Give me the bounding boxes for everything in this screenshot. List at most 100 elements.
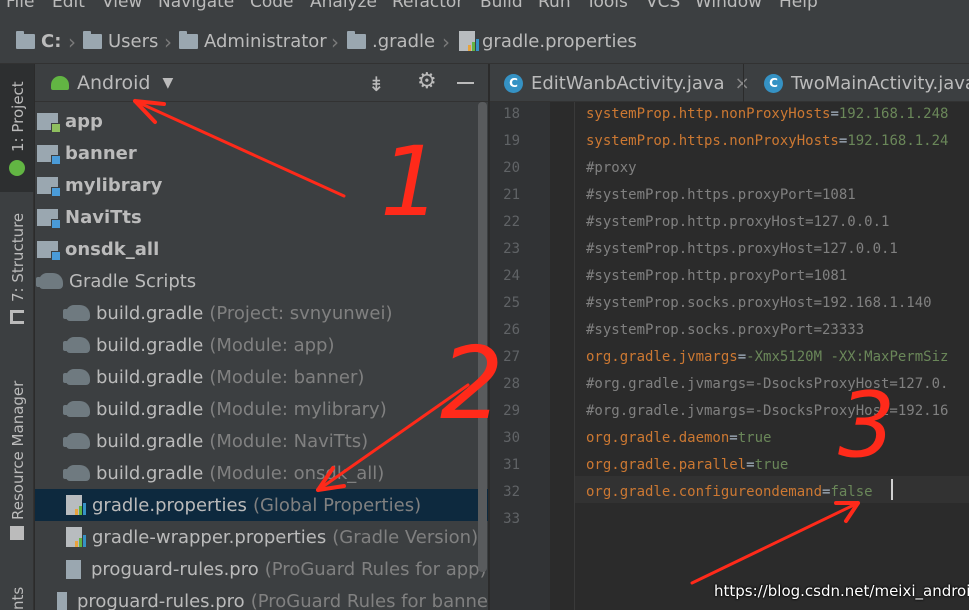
tab-divider xyxy=(743,64,744,102)
tree-item-gradle-wrapper-properties[interactable]: gradle-wrapper.properties (Gradle Versio… xyxy=(35,521,488,553)
menu-file[interactable]: File xyxy=(6,0,34,12)
code-line[interactable]: #systemProp.https.proxyHost=127.0.0.1 xyxy=(586,241,898,257)
view-selector[interactable]: Android ▼ xyxy=(51,64,173,102)
tree-item-label: build.gradle xyxy=(96,430,204,452)
tree-item-gradle-properties[interactable]: gradle.properties (Global Properties) xyxy=(35,489,488,521)
code-equals: = xyxy=(746,457,755,473)
menu-tools[interactable]: Tools xyxy=(586,0,628,12)
code-key: #systemProp.http.proxyHost=127.0.0.1 xyxy=(586,214,890,230)
tab-project[interactable]: 1: Project xyxy=(0,64,34,192)
menu-window[interactable]: Window xyxy=(695,0,762,12)
menu-view[interactable]: View xyxy=(102,0,142,12)
gear-icon[interactable]: ⚙ xyxy=(417,69,437,94)
code-key: systemProp.https.nonProxyHosts xyxy=(586,133,839,149)
tree-item-build-gradle-banner[interactable]: build.gradle (Module: banner) xyxy=(35,361,488,393)
tree-item-proguard-app[interactable]: proguard-rules.pro (ProGuard Rules for a… xyxy=(35,553,488,585)
menu-code[interactable]: Code xyxy=(250,0,294,12)
code-line[interactable]: systemProp.https.nonProxyHosts=192.168.1… xyxy=(586,133,948,149)
code-line[interactable]: org.gradle.daemon=true xyxy=(586,430,771,446)
code-line[interactable]: #proxy xyxy=(586,160,637,176)
code-key: org.gradle.parallel xyxy=(586,457,747,473)
tree-item-app[interactable]: app xyxy=(35,105,488,137)
tree-scrollbar[interactable] xyxy=(478,102,487,572)
tab-resource-manager[interactable]: Resource Manager xyxy=(0,370,34,545)
gutter-divider xyxy=(574,102,575,610)
editor-tab-bar: C EditWanbActivity.java × C TwoMainActiv… xyxy=(490,64,969,102)
breadcrumb-drive[interactable]: C: xyxy=(16,28,61,54)
menu-help[interactable]: Help xyxy=(779,0,818,12)
tree-item-label: build.gradle xyxy=(96,398,204,420)
tree-item-build-gradle-navitts[interactable]: build.gradle (Module: NaviTts) xyxy=(35,425,488,457)
line-number: 27 xyxy=(503,349,520,365)
code-line[interactable]: #systemProp.socks.proxyPort=23333 xyxy=(586,322,864,338)
tree-item-label: Gradle Scripts xyxy=(69,270,197,292)
code-line[interactable]: org.gradle.jvmargs=-Xmx5120M -XX:MaxPerm… xyxy=(586,349,948,365)
code-line[interactable]: org.gradle.configureondemand=false xyxy=(586,484,873,500)
code-equals: = xyxy=(830,106,839,122)
menu-refactor[interactable]: Refactor xyxy=(392,0,463,12)
menu-navigate[interactable]: Navigate xyxy=(158,0,234,12)
breadcrumb-gradle[interactable]: .gradle xyxy=(347,28,435,54)
tree-item-banner[interactable]: banner xyxy=(35,137,488,169)
code-line[interactable]: #systemProp.http.proxyPort=1081 xyxy=(586,268,847,284)
android-icon xyxy=(51,76,69,90)
tree-item-build-gradle-app[interactable]: build.gradle (Module: app) xyxy=(35,329,488,361)
code-line[interactable]: #systemProp.socks.proxyHost=192.168.1.14… xyxy=(586,295,932,311)
tab-structure[interactable]: 7: Structure xyxy=(0,213,34,330)
code-line[interactable]: #org.gradle.jvmargs=-DsocksProxyHost=127… xyxy=(586,376,948,392)
tree-item-proguard-banner[interactable]: proguard-rules.pro (ProGuard Rules for b… xyxy=(35,585,488,610)
menu-vcs[interactable]: VCS xyxy=(646,0,680,12)
tree-item-label: build.gradle xyxy=(96,302,204,324)
code-line[interactable]: systemProp.http.nonProxyHosts=192.168.1.… xyxy=(586,106,948,122)
collapse-all-icon[interactable]: ⇟ xyxy=(368,72,385,96)
tree-item-hint: (Module: banner) xyxy=(209,366,365,388)
breadcrumb-file[interactable]: gradle.properties xyxy=(459,28,637,54)
line-number: 19 xyxy=(503,133,520,149)
resource-manager-icon xyxy=(10,526,24,540)
line-number: 33 xyxy=(503,511,520,527)
tree-item-build-gradle-project[interactable]: build.gradle (Project: svnyunwei) xyxy=(35,297,488,329)
breadcrumb: C: › Users › Administrator › .gradle › g… xyxy=(0,18,969,64)
library-module-icon xyxy=(37,208,61,229)
caret-down-icon: ▼ xyxy=(162,75,174,91)
breadcrumb-users[interactable]: Users xyxy=(83,28,158,54)
tab-variants[interactable]: nts xyxy=(0,580,34,610)
properties-file-icon xyxy=(459,31,479,51)
tree-item-onsdk-all[interactable]: onsdk_all xyxy=(35,233,488,265)
menu-build[interactable]: Build xyxy=(480,0,523,12)
properties-file-icon xyxy=(66,527,86,547)
tree-item-gradle-scripts[interactable]: Gradle Scripts xyxy=(35,265,488,297)
tree-item-label: proguard-rules.pro xyxy=(76,590,245,610)
minimize-icon[interactable] xyxy=(457,82,474,84)
tab-two-main-activity[interactable]: C TwoMainActivity.java xyxy=(764,64,969,102)
menu-edit[interactable]: Edit xyxy=(52,0,85,12)
breadcrumb-administrator[interactable]: Administrator xyxy=(179,28,327,54)
menu-analyze[interactable]: Analyze xyxy=(310,0,377,12)
code-key: org.gradle.configureondemand xyxy=(586,484,823,500)
tree-item-navitts[interactable]: NaviTts xyxy=(35,201,488,233)
tree-item-label: proguard-rules.pro xyxy=(91,558,259,580)
tree-item-hint: (Module: NaviTts) xyxy=(209,430,369,452)
menu-run[interactable]: Run xyxy=(538,0,571,12)
breadcrumb-label: gradle.properties xyxy=(482,30,637,52)
code-line[interactable]: #org.gradle.jvmargs=-DsocksProxyHost=192… xyxy=(586,403,948,419)
tree-item-build-gradle-onsdk[interactable]: build.gradle (Module: onsdk_all) xyxy=(35,457,488,489)
view-selector-label: Android xyxy=(77,72,151,94)
editor-tab-label: TwoMainActivity.java xyxy=(791,72,969,94)
tree-item-build-gradle-mylibrary[interactable]: build.gradle (Module: mylibrary) xyxy=(35,393,488,425)
module-icon xyxy=(37,112,61,133)
library-module-icon xyxy=(37,240,61,261)
code-line[interactable]: org.gradle.parallel=true xyxy=(586,457,788,473)
code-value: -Xmx5120M -XX:MaxPermSiz xyxy=(746,349,949,365)
code-value: true xyxy=(754,457,789,473)
tree-item-mylibrary[interactable]: mylibrary xyxy=(35,169,488,201)
line-number: 21 xyxy=(503,187,520,203)
line-number: 29 xyxy=(503,403,520,419)
java-class-icon: C xyxy=(504,73,523,93)
structure-icon xyxy=(10,310,24,324)
tab-edit-wanb-activity[interactable]: C EditWanbActivity.java × xyxy=(504,64,750,102)
code-line[interactable]: #systemProp.https.proxyPort=1081 xyxy=(586,187,856,203)
code-line[interactable]: #systemProp.http.proxyHost=127.0.0.1 xyxy=(586,214,889,230)
tree-item-hint: (Module: app) xyxy=(209,334,335,356)
tree-item-label: build.gradle xyxy=(96,462,204,484)
